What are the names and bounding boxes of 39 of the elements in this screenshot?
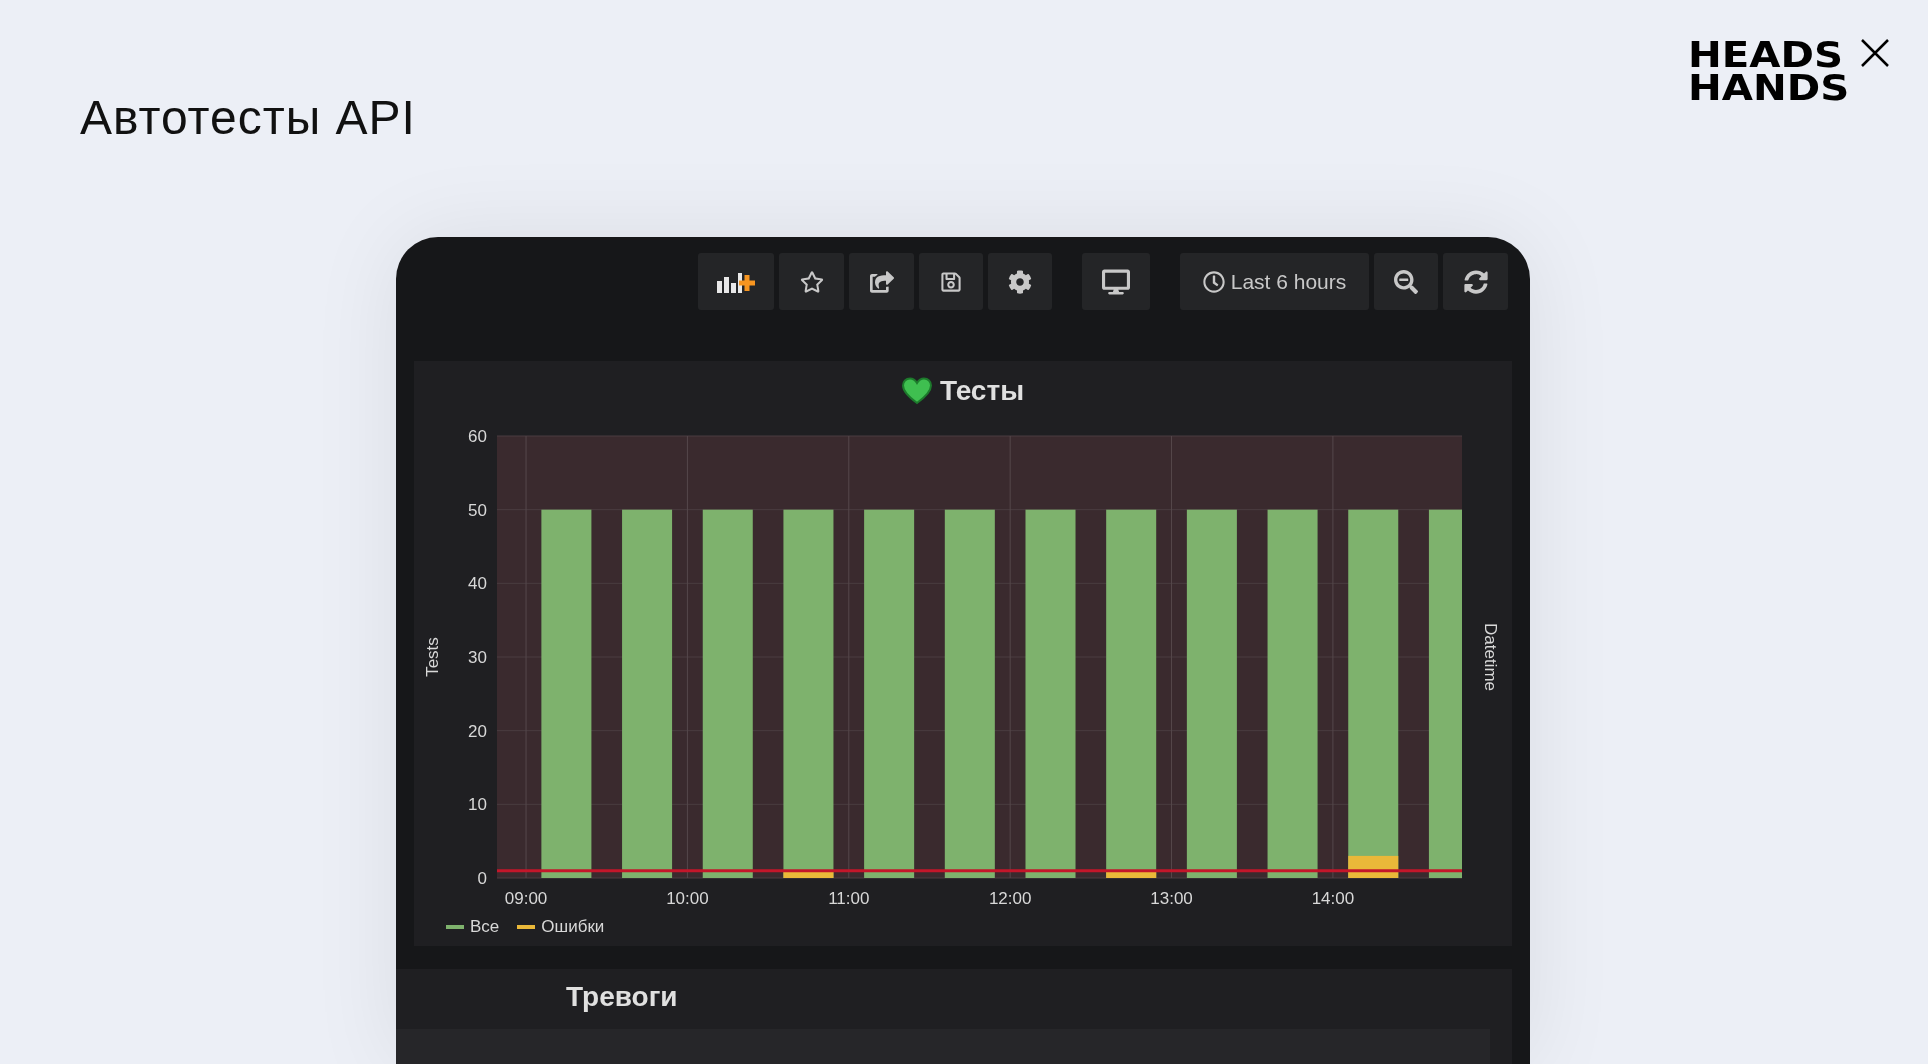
star-button[interactable] (779, 253, 844, 310)
add-panel-button[interactable] (698, 253, 774, 310)
clock-icon (1202, 270, 1225, 293)
monitor-icon (1102, 267, 1130, 296)
share-button[interactable] (849, 253, 914, 310)
y-tick-label: 20 (468, 721, 487, 741)
refresh-icon (1463, 269, 1488, 294)
time-range-button[interactable]: Last 6 hours (1180, 253, 1369, 310)
panel-title: Тесты (939, 375, 1025, 407)
x-tick-label: 09:00 (504, 889, 548, 908)
settings-button[interactable] (988, 253, 1052, 310)
y-tick-label: 0 (477, 869, 487, 888)
y-tick-label: 30 (468, 648, 487, 667)
panel-title: Тревоги (566, 981, 679, 1013)
y-tick-label: 10 (468, 795, 487, 815)
settings-icon (1008, 269, 1032, 294)
share-icon (869, 269, 894, 294)
y-tick-label: 60 (468, 427, 487, 446)
legend-item[interactable]: Все (446, 917, 500, 937)
cross-icon (1860, 38, 1890, 68)
zoom-out-button[interactable] (1374, 253, 1438, 310)
right-axis-label: Datetime (1481, 623, 1500, 691)
logo-text: HEADS HANDS (1688, 38, 1850, 104)
refresh-button[interactable] (1443, 253, 1508, 310)
x-tick-label: 12:00 (988, 889, 1032, 908)
save-button[interactable] (919, 253, 983, 310)
legend-item[interactable]: Ошибки (517, 917, 605, 937)
heart-icon (901, 377, 932, 405)
star-icon (799, 269, 824, 294)
y-tick-label: 50 (468, 500, 487, 520)
x-tick-label: 10:00 (666, 889, 709, 908)
x-tick-label: 11:00 (828, 889, 870, 908)
view-mode-button[interactable] (1082, 253, 1150, 310)
page-title: Автотесты API (80, 90, 416, 145)
y-tick-label: 40 (468, 574, 487, 594)
x-tick-label: 13:00 (1150, 889, 1193, 908)
y-axis-label: Tests (423, 637, 442, 677)
x-tick-label: 14:00 (1311, 889, 1355, 908)
zoom-out-icon (1394, 269, 1418, 294)
